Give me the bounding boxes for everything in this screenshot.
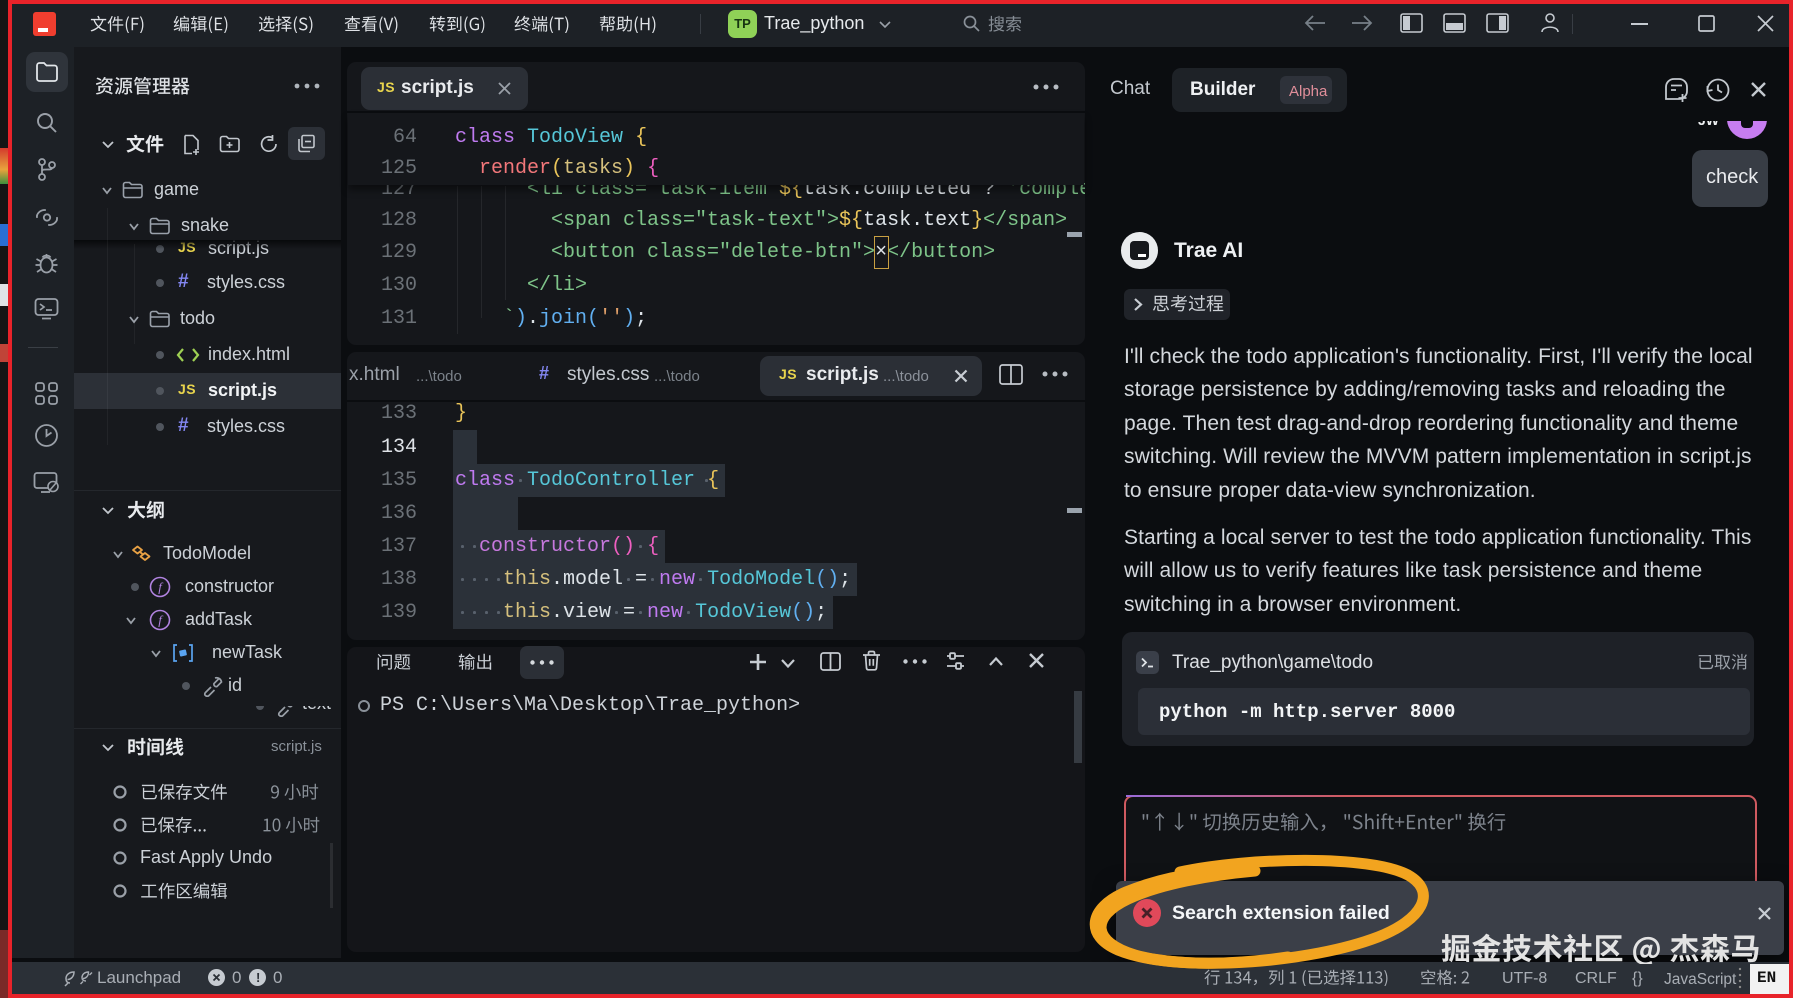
svg-text:f: f [158, 613, 164, 628]
svg-text:f: f [158, 580, 164, 595]
